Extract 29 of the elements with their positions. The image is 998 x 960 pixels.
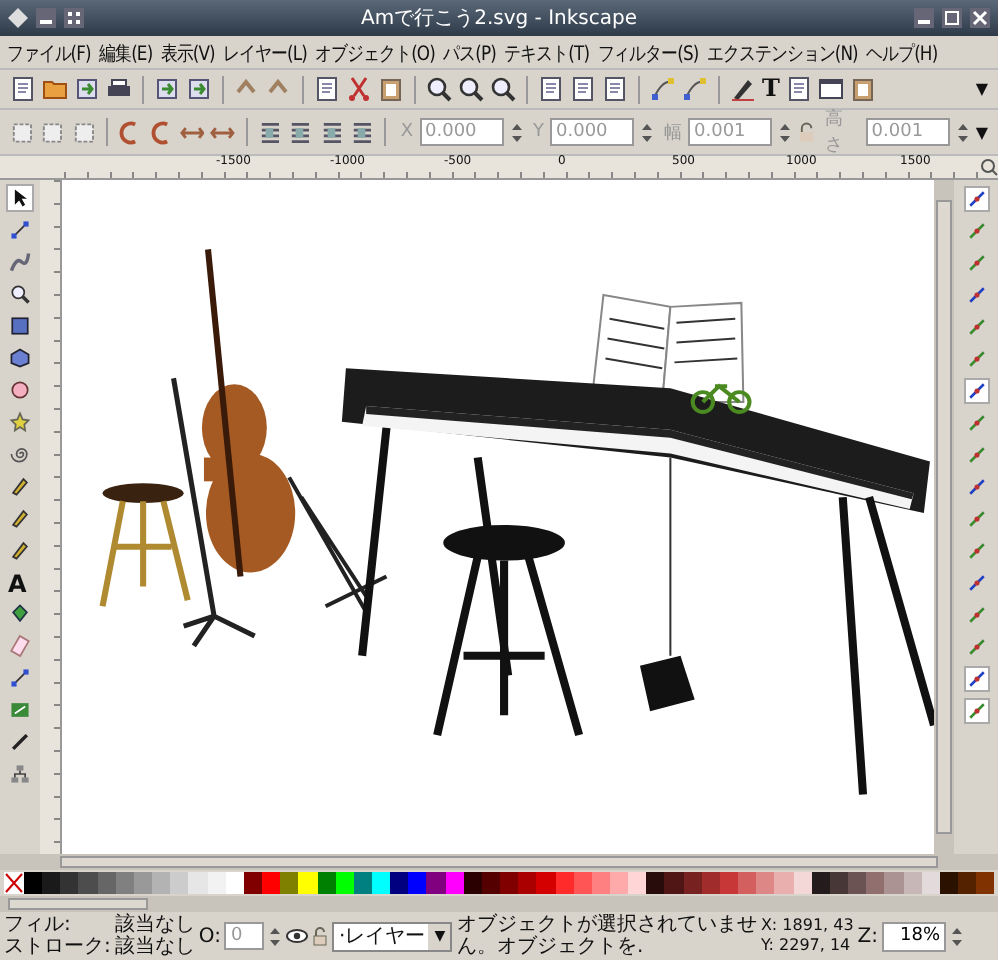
- controls-overflow-button[interactable]: ▼: [975, 123, 988, 141]
- status-message: オブジェクトが選択されていません。オブジェクトを.: [456, 914, 757, 958]
- menu-item[interactable]: ヘルプ(H): [866, 40, 938, 68]
- fill-value: 該当なし: [114, 914, 195, 936]
- zoom-field[interactable]: 18%: [882, 921, 947, 951]
- menu-item[interactable]: ファイル(F): [6, 40, 91, 68]
- text-tool-button[interactable]: A: [6, 568, 34, 596]
- menu-item[interactable]: オブジェクト(O): [315, 40, 435, 68]
- menu-item[interactable]: パス(P): [443, 40, 496, 68]
- stroke-value: 該当なし: [114, 936, 195, 958]
- stroke-label: ストローク:: [4, 936, 111, 958]
- menu-item[interactable]: フィルター(S): [597, 40, 699, 68]
- menu-item[interactable]: エクステンション(N): [707, 40, 858, 68]
- toolbar-overflow-button[interactable]: ▼: [975, 80, 988, 98]
- field-label: 高さ: [825, 107, 846, 158]
- zoom-label: Z:: [857, 925, 879, 947]
- cursor-y: Y: 2297, 14: [760, 936, 853, 956]
- field-label: 幅: [664, 121, 682, 145]
- window-title: Amで行こう2.svg - Inkscape: [361, 6, 637, 32]
- text-tool-button[interactable]: T: [762, 76, 780, 102]
- menu-item[interactable]: レイヤー(L): [223, 40, 307, 68]
- field-label: Y: [533, 122, 544, 142]
- opacity-label: O:: [198, 925, 221, 947]
- menu-item[interactable]: 表示(V): [160, 40, 215, 68]
- fill-label: フィル:: [4, 914, 73, 936]
- field-label: X: [400, 122, 413, 142]
- menu-item[interactable]: 編集(E): [99, 40, 153, 68]
- menu-item[interactable]: テキスト(T): [504, 40, 590, 68]
- cursor-x: X: 1891, 43: [760, 916, 854, 936]
